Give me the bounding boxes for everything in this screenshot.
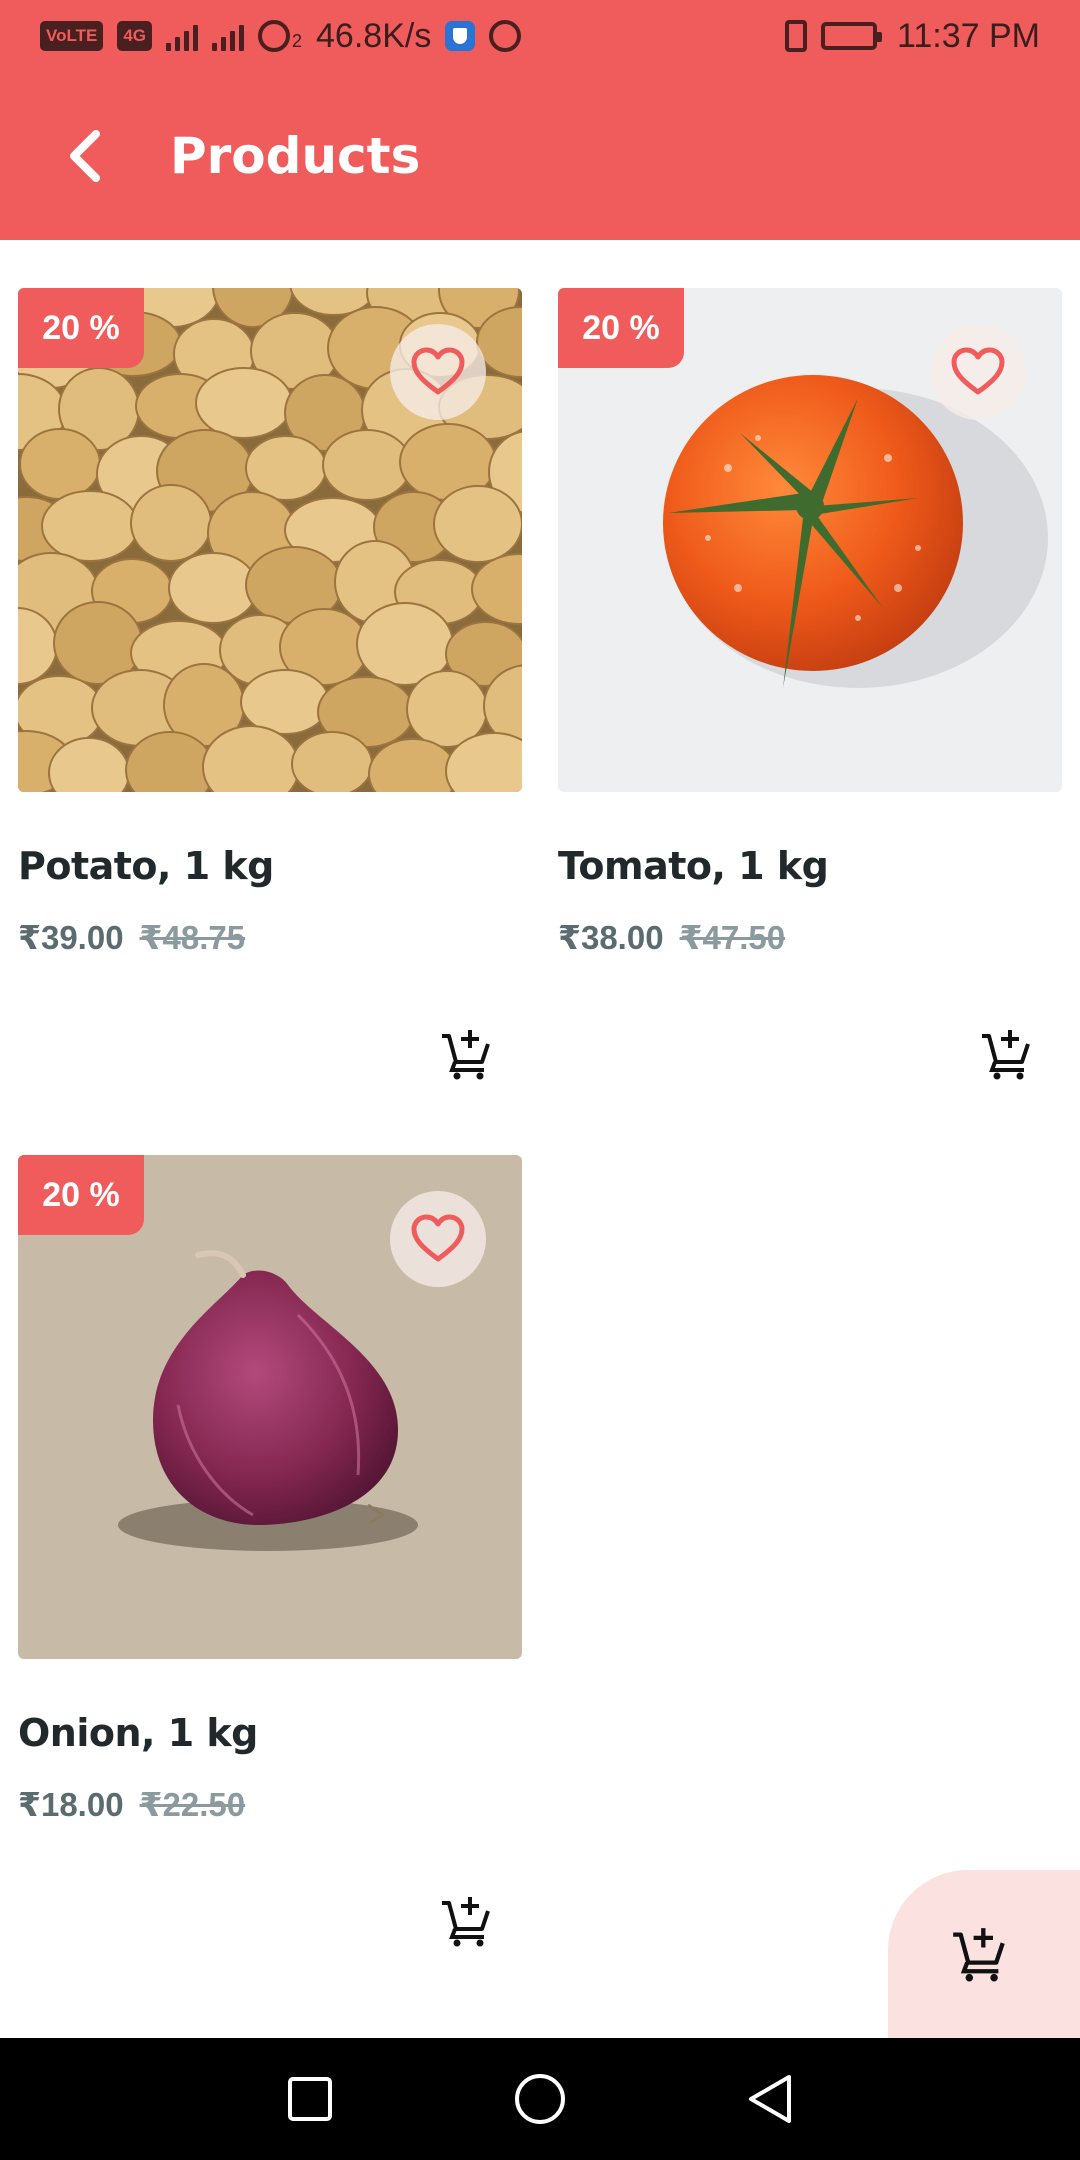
discount-badge: 20 % [558, 288, 684, 368]
add-shopping-cart-icon [442, 1897, 490, 1947]
network-type-icon: 4G [117, 21, 152, 51]
hotspot-icon [258, 20, 290, 52]
price-row: ₹39.00 ₹48.75 [18, 918, 522, 957]
product-image-tomato[interactable]: 20 % [558, 288, 1062, 792]
hotspot-count: 2 [292, 30, 303, 51]
add-to-cart-button[interactable] [970, 1018, 1042, 1090]
discount-badge: 20 % [18, 288, 144, 368]
product-image-onion[interactable]: 20 % [18, 1155, 522, 1659]
add-to-cart-button[interactable] [430, 1018, 502, 1090]
product-price: ₹18.00 [18, 1786, 124, 1823]
product-price: ₹39.00 [18, 919, 124, 956]
vibrate-icon [784, 20, 807, 52]
favorite-button[interactable] [390, 324, 486, 420]
potato-shape [195, 367, 293, 439]
status-right: 11:37 PM [784, 16, 1040, 56]
products-screen: VoLTE 4G 2 46.8K/s 11:37 PM Products 20 … [0, 0, 1080, 2160]
price-row: ₹18.00 ₹22.50 [18, 1785, 522, 1824]
product-image-potato[interactable]: 20 % [18, 288, 522, 792]
potato-shape [245, 435, 327, 501]
potato-shape [291, 731, 373, 792]
home-button[interactable] [500, 2059, 580, 2139]
potato-shape [433, 485, 522, 563]
product-name: Onion, 1 kg [18, 1711, 258, 1755]
product-mrp: ₹22.50 [139, 1786, 246, 1823]
favorite-button[interactable] [390, 1191, 486, 1287]
vpn-shield-icon [445, 21, 476, 51]
potato-shape [130, 484, 212, 562]
product-price: ₹38.00 [558, 919, 664, 956]
product-name: Potato, 1 kg [18, 844, 274, 888]
page-title: Products [170, 127, 421, 185]
recents-square-icon [288, 2077, 332, 2121]
potato-shape [41, 490, 139, 562]
back-arrow-icon [70, 130, 100, 182]
status-left: VoLTE 4G 2 46.8K/s [40, 16, 522, 56]
product-name: Tomato, 1 kg [558, 844, 829, 888]
discount-badge: 20 % [18, 1155, 144, 1235]
potato-shape [19, 428, 101, 500]
signal-icon [166, 21, 198, 51]
add-shopping-cart-icon [982, 1030, 1030, 1080]
back-triangle-icon [749, 2075, 791, 2123]
heart-outline-icon [411, 1214, 465, 1262]
system-nav-bar [0, 2038, 1080, 2160]
battery-icon [820, 22, 882, 50]
heart-outline-icon [411, 347, 465, 395]
product-card-onion[interactable]: 20 % Onion, 1 kg ₹18.00 ₹22.50 [18, 1155, 522, 1947]
whatsapp-icon [489, 20, 522, 52]
status-bar: VoLTE 4G 2 46.8K/s 11:37 PM [0, 0, 1080, 72]
add-shopping-cart-icon [953, 1928, 1005, 1982]
add-shopping-cart-icon [442, 1030, 490, 1080]
volte-icon: VoLTE [40, 21, 104, 51]
floating-cart-button[interactable] [888, 1870, 1080, 2038]
back-button[interactable] [36, 108, 132, 204]
product-card-potato[interactable]: 20 % Potato, 1 kg ₹39.00 ₹48.75 [18, 288, 522, 1080]
signal-icon-secondary [212, 21, 244, 51]
app-bar: Products [0, 72, 1080, 240]
network-speed: 46.8K/s [316, 16, 432, 55]
home-circle-icon [515, 2074, 565, 2124]
add-to-cart-button[interactable] [430, 1885, 502, 1957]
product-mrp: ₹48.75 [139, 919, 246, 956]
heart-outline-icon [951, 347, 1005, 395]
potato-shape [322, 429, 412, 501]
recents-button[interactable] [270, 2059, 350, 2139]
product-mrp: ₹47.50 [679, 919, 786, 956]
status-time: 11:37 PM [896, 16, 1040, 55]
price-row: ₹38.00 ₹47.50 [558, 918, 1062, 957]
favorite-button[interactable] [930, 324, 1026, 420]
product-card-tomato[interactable]: 20 % Tomato, 1 kg ₹38.00 ₹47.50 [558, 288, 1062, 1080]
potato-shape [240, 669, 330, 735]
back-nav-button[interactable] [730, 2059, 810, 2139]
potato-shape [168, 552, 258, 624]
